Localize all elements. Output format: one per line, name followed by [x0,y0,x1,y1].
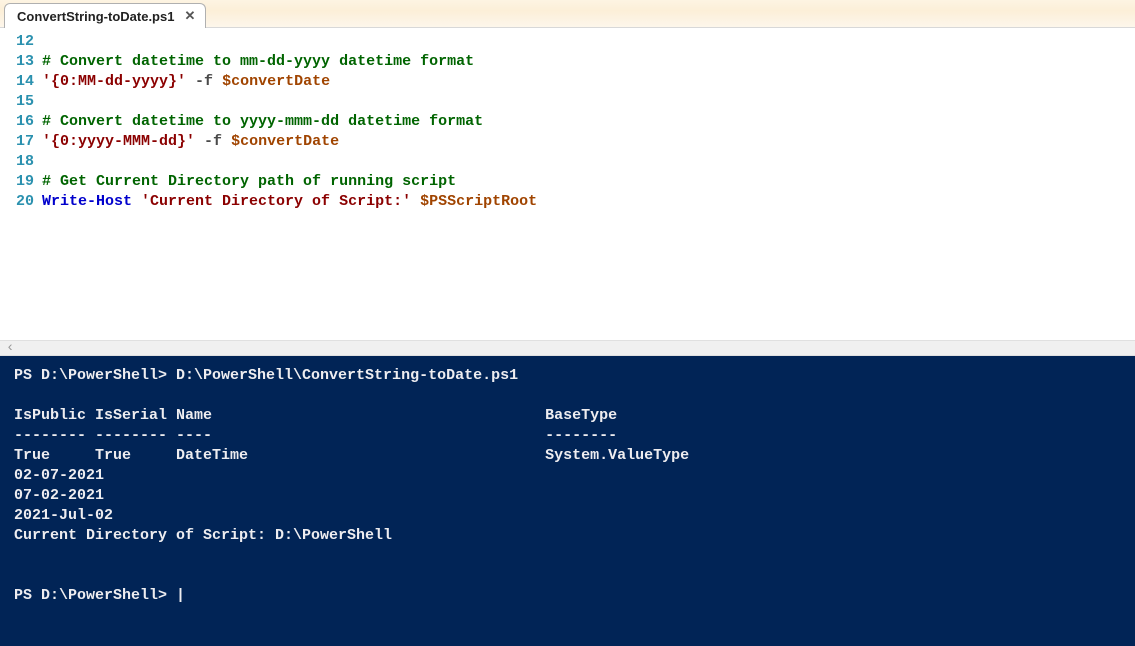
line-number: 13 [16,52,34,72]
code-line: '{0:MM-dd-yyyy}' -f $convertDate [42,72,537,92]
line-number: 14 [16,72,34,92]
line-number: 19 [16,172,34,192]
close-icon[interactable]: ✕ [184,8,195,24]
file-tab-title: ConvertString-toDate.ps1 [17,9,174,24]
file-tab[interactable]: ConvertString-toDate.ps1 ✕ [4,3,206,28]
code-line [42,152,537,172]
code-line: Write-Host 'Current Directory of Script:… [42,192,537,212]
line-number: 17 [16,132,34,152]
line-number: 16 [16,112,34,132]
code-area[interactable]: # Convert datetime to mm-dd-yyyy datetim… [42,28,537,340]
code-line [42,92,537,112]
tab-bar: ConvertString-toDate.ps1 ✕ [0,0,1135,28]
terminal-pane[interactable]: PS D:\PowerShell> D:\PowerShell\ConvertS… [0,356,1135,646]
line-number: 18 [16,152,34,172]
code-line: # Convert datetime to mm-dd-yyyy datetim… [42,52,537,72]
code-line: '{0:yyyy-MMM-dd}' -f $convertDate [42,132,537,152]
horizontal-scrollbar[interactable] [0,340,1135,356]
code-line: # Get Current Directory path of running … [42,172,537,192]
code-editor[interactable]: 121314151617181920 # Convert datetime to… [0,28,1135,340]
line-number-gutter: 121314151617181920 [0,28,42,340]
line-number: 20 [16,192,34,212]
code-line: # Convert datetime to yyyy-mmm-dd dateti… [42,112,537,132]
line-number: 12 [16,32,34,52]
code-line [42,32,537,52]
line-number: 15 [16,92,34,112]
